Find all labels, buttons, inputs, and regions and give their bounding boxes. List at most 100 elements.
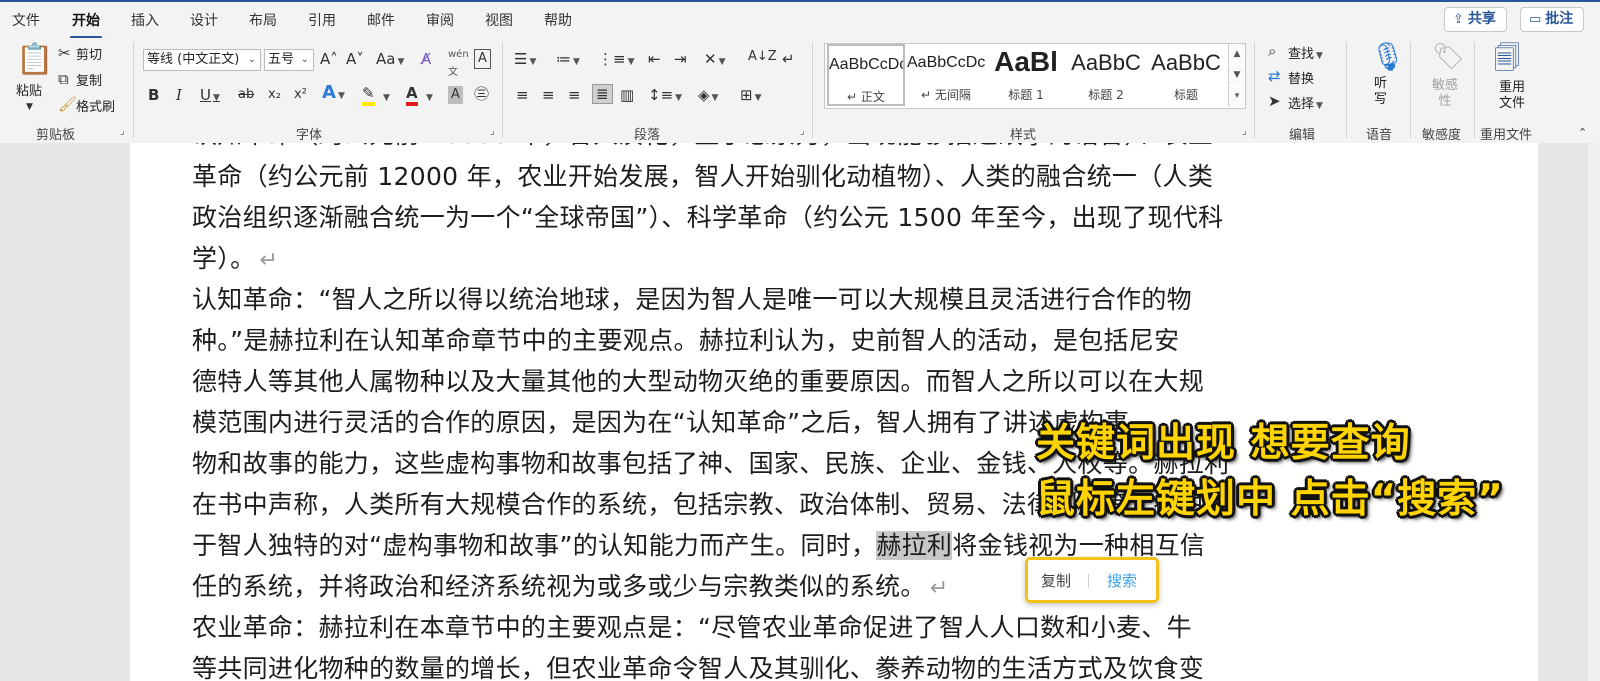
asian-layout-icon[interactable]: ✕ ▼ (704, 50, 726, 71)
microphone-icon[interactable]: 🎙 (1370, 42, 1406, 72)
sort-icon[interactable]: A↓Z (748, 48, 777, 66)
dictate-button[interactable]: 听写 (1374, 76, 1388, 108)
chevron-down-icon[interactable]: ▼ (381, 86, 390, 107)
format-painter-button[interactable]: 格式刷 (76, 96, 115, 115)
subscript-icon[interactable]: x₂ (268, 86, 281, 104)
tab-layout[interactable]: 布局 (249, 10, 277, 30)
tab-design[interactable]: 设计 (190, 10, 218, 30)
align-left-icon[interactable]: ≡ (516, 86, 529, 104)
doc-line: 认知革命：“智人之所以得以统治地球，是因为智人是唯一可以大规模且灵活进行合作的物 (192, 285, 1192, 314)
gallery-up-icon[interactable]: ▲ (1228, 44, 1245, 64)
bold-icon[interactable]: B (148, 86, 159, 104)
share-button[interactable]: ⇪ 共享 (1444, 7, 1507, 32)
bullets-icon[interactable]: ☰ ▼ (514, 50, 536, 71)
shading-icon[interactable]: ◈ ▼ (698, 86, 718, 107)
text-effects-icon[interactable]: A ▼ (322, 84, 345, 105)
align-right-icon[interactable]: ≡ (568, 86, 581, 104)
paste-button[interactable]: 粘贴 (16, 80, 42, 99)
voice-group-label: 语音 (1366, 128, 1393, 143)
font-color-icon[interactable]: A (406, 84, 418, 106)
underline-icon[interactable]: U ▼ (200, 86, 220, 107)
tab-references[interactable]: 引用 (308, 10, 336, 30)
style-normal[interactable]: AaBbCcDc ↵ 正文 (827, 44, 905, 106)
copy-button[interactable]: 复制 (76, 70, 102, 89)
tab-review[interactable]: 审阅 (426, 10, 454, 30)
selected-text[interactable]: 赫拉利 (876, 531, 953, 560)
replace-button[interactable]: 替换 (1288, 68, 1314, 87)
dialog-launcher-icon[interactable]: ⌟ (120, 126, 125, 137)
character-shading-icon[interactable]: A (448, 86, 463, 104)
sensitivity-group-label: 敏感度 (1422, 128, 1462, 143)
style-no-spacing[interactable]: AaBbCcDc ↵ 无间隔 (907, 44, 985, 106)
line-spacing-icon[interactable]: ↕≡ ▼ (648, 86, 682, 107)
highlight-icon[interactable]: ✎ (362, 84, 375, 106)
ribbon: 📋 粘贴 ▼ ✂ 剪切 ⧉ 复制 🖌 格式刷 剪贴板 ⌟ 等线 (中文正文) ⌄ … (0, 38, 1600, 144)
collapse-ribbon-icon[interactable]: ⌃ (1578, 124, 1587, 142)
doc-line: 农业革命：赫拉利在本章节中的主要观点是：“尽管农业革命促进了智人人口数和小麦、牛 (192, 613, 1192, 642)
superscript-icon[interactable]: x² (294, 86, 307, 104)
group-divider (1474, 42, 1475, 138)
tab-mailings[interactable]: 邮件 (367, 10, 395, 30)
comment-icon: ▭ (1529, 12, 1542, 27)
dialog-launcher-icon[interactable]: ⌟ (1242, 126, 1247, 137)
strikethrough-icon[interactable]: ab (238, 86, 254, 104)
search-icon: ⌕ (1268, 42, 1277, 60)
reuse-files-button[interactable]: 重用文件 (1497, 80, 1527, 112)
reuse-files-icon[interactable]: 🗐 (1494, 44, 1520, 74)
selection-context-popup: 复制 搜索 (1025, 557, 1159, 603)
find-button[interactable]: 查找 ▼ (1288, 43, 1323, 62)
tab-home[interactable]: 开始 (70, 10, 102, 39)
font-size-select[interactable]: 五号 ⌄ (264, 49, 314, 71)
sensitivity-button[interactable]: 敏感性 (1431, 78, 1459, 110)
dialog-launcher-icon[interactable]: ⌟ (490, 126, 495, 137)
align-center-icon[interactable]: ≡ (542, 86, 555, 104)
distributed-icon[interactable]: ▥ (620, 86, 634, 104)
multilevel-list-icon[interactable]: ⋮≡ ▼ (598, 50, 635, 71)
change-case-icon[interactable]: Aa ▼ (376, 50, 404, 71)
shrink-font-icon[interactable]: A˅ (346, 50, 364, 68)
caption-line-2: 鼠标左键划中 点击“搜索” (1036, 477, 1504, 522)
enclose-characters-icon[interactable]: ㊂ (474, 85, 489, 103)
chevron-down-icon[interactable]: ▼ (26, 98, 33, 116)
tab-view[interactable]: 视图 (485, 10, 513, 30)
chevron-down-icon: ⌄ (247, 54, 256, 65)
sensitivity-icon[interactable]: 🏷 (1432, 42, 1465, 72)
tab-file[interactable]: 文件 (12, 10, 40, 30)
font-family-select[interactable]: 等线 (中文正文) ⌄ (143, 49, 261, 71)
italic-icon[interactable]: I (176, 86, 182, 104)
style-heading-2[interactable]: AaBbC 标题 2 (1067, 44, 1145, 106)
show-marks-icon[interactable]: ↵ (782, 50, 795, 68)
group-divider (502, 42, 503, 138)
gallery-down-icon[interactable]: ▼ (1228, 65, 1245, 85)
borders-icon[interactable]: ⊞ ▼ (740, 86, 762, 107)
gallery-more-icon[interactable]: ▾ (1228, 86, 1245, 106)
font-group-label: 字体 (296, 128, 323, 143)
select-button[interactable]: 选择 ▼ (1288, 93, 1323, 112)
doc-line: 革命（约公元前 12000 年，农业开始发展，智人开始驯化动植物）、人类的融合统… (192, 162, 1214, 191)
comments-button[interactable]: ▭ 批注 (1520, 7, 1585, 32)
format-painter-icon: 🖌 (58, 95, 78, 113)
justify-icon[interactable]: ≣ (592, 84, 613, 104)
tab-insert[interactable]: 插入 (131, 10, 159, 30)
cut-button[interactable]: 剪切 (76, 44, 102, 63)
character-border-icon[interactable]: A (474, 49, 491, 69)
editing-group-label: 编辑 (1289, 128, 1316, 143)
decrease-indent-icon[interactable]: ⇤ (648, 50, 661, 68)
chevron-down-icon[interactable]: ▼ (424, 86, 433, 107)
popup-copy-button[interactable]: 复制 (1041, 570, 1071, 591)
cursor-icon: ➤ (1268, 92, 1281, 110)
dialog-launcher-icon[interactable]: ⌟ (800, 126, 805, 137)
phonetic-guide-icon[interactable]: wén 文 (448, 46, 469, 82)
group-divider (1410, 42, 1411, 138)
chevron-down-icon: ⌄ (300, 54, 309, 65)
paste-icon[interactable]: 📋 (16, 44, 53, 76)
vertical-scrollbar[interactable] (1588, 143, 1600, 681)
grow-font-icon[interactable]: A˄ (320, 50, 338, 68)
increase-indent-icon[interactable]: ⇥ (674, 50, 687, 68)
style-title[interactable]: AaBbC 标题 (1147, 44, 1225, 106)
tab-help[interactable]: 帮助 (544, 10, 572, 30)
clear-format-icon[interactable]: A̸ (421, 50, 431, 68)
style-heading-1[interactable]: AaBl 标题 1 (987, 44, 1065, 106)
numbering-icon[interactable]: ≔ ▼ (556, 50, 580, 71)
popup-search-button[interactable]: 搜索 (1107, 570, 1137, 591)
